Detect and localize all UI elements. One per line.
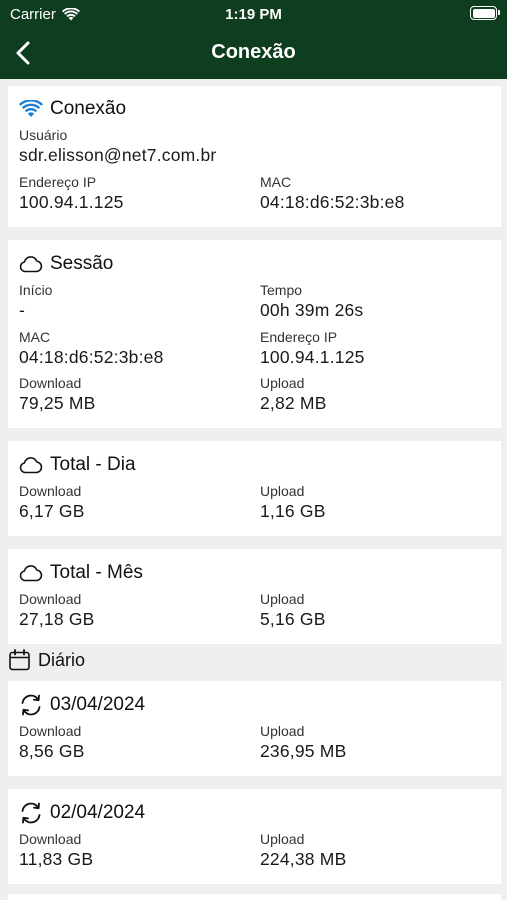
session-title-text: Sessão <box>50 253 114 274</box>
session-card-title: Sessão <box>19 253 113 275</box>
connection-card: Conexão Usuário sdr.elisson@net7.com.br … <box>8 86 501 227</box>
upload-label: Upload <box>260 483 305 499</box>
page-title: Conexão <box>211 41 296 63</box>
daily-item[interactable]: 02/04/2024 Download 11,83 GB Upload 224,… <box>8 789 501 884</box>
upload-value: 236,95 MB <box>260 741 347 761</box>
download-value: 27,18 GB <box>19 609 95 629</box>
mac-label: MAC <box>260 174 292 190</box>
daily-item-title: 03/04/2024 <box>19 694 145 716</box>
upload-value: 5,16 GB <box>260 609 326 629</box>
total-month-upload-field: Upload 5,16 GB <box>260 591 326 630</box>
navigation-bar: Conexão <box>0 28 507 79</box>
ip-label: Endereço IP <box>260 329 338 345</box>
next-daily-item-peek <box>8 894 501 900</box>
download-label: Download <box>19 375 82 391</box>
daily-download-field: Download 11,83 GB <box>19 831 93 870</box>
upload-value: 2,82 MB <box>260 393 327 413</box>
connection-card-title: Conexão <box>19 98 126 120</box>
ip-value: 100.94.1.125 <box>260 347 365 367</box>
session-mac-field: MAC 04:18:d6:52:3b:e8 <box>19 329 164 368</box>
download-label: Download <box>19 591 82 607</box>
cloud-icon <box>19 256 43 273</box>
time-value: 00h 39m 26s <box>260 300 364 320</box>
start-label: Início <box>19 282 53 298</box>
download-value: 6,17 GB <box>19 501 85 521</box>
connection-mac-field: MAC 04:18:d6:52:3b:e8 <box>260 174 405 213</box>
session-card: Sessão Início - Tempo 00h 39m 26s MAC 04… <box>8 240 501 428</box>
ip-label: Endereço IP <box>19 174 97 190</box>
session-time-field: Tempo 00h 39m 26s <box>260 282 363 321</box>
daily-section-header: Diário <box>9 649 85 671</box>
user-label: Usuário <box>19 127 68 143</box>
daily-section-title: Diário <box>38 649 86 670</box>
upload-label: Upload <box>260 375 305 391</box>
status-bar: Carrier 1:19 PM <box>0 0 507 28</box>
cloud-icon <box>19 565 43 582</box>
upload-value: 224,38 MB <box>260 849 347 869</box>
session-upload-field: Upload 2,82 MB <box>260 375 327 414</box>
time-label: Tempo <box>260 282 303 298</box>
user-value: sdr.elisson@net7.com.br <box>19 145 217 165</box>
total-day-upload-field: Upload 1,16 GB <box>260 483 326 522</box>
upload-label: Upload <box>260 591 305 607</box>
session-start-field: Início - <box>19 282 52 321</box>
total-day-card: Total - Dia Download 6,17 GB Upload 1,16… <box>8 441 501 536</box>
daily-item[interactable]: 03/04/2024 Download 8,56 GB Upload 236,9… <box>8 681 501 776</box>
daily-upload-field: Upload 224,38 MB <box>260 831 346 870</box>
mac-value: 04:18:d6:52:3b:e8 <box>260 192 405 212</box>
mac-label: MAC <box>19 329 51 345</box>
refresh-icon <box>21 802 41 824</box>
download-value: 79,25 MB <box>19 393 96 413</box>
daily-item-title: 02/04/2024 <box>19 802 145 824</box>
refresh-icon <box>21 694 41 716</box>
upload-label: Upload <box>260 723 305 739</box>
download-label: Download <box>19 831 82 847</box>
total-day-title-text: Total - Dia <box>50 454 136 475</box>
total-day-download-field: Download 6,17 GB <box>19 483 85 522</box>
total-day-card-title: Total - Dia <box>19 454 136 476</box>
daily-date: 02/04/2024 <box>50 802 146 823</box>
calendar-icon <box>9 649 30 671</box>
status-time: 1:19 PM <box>225 6 282 23</box>
mac-value: 04:18:d6:52:3b:e8 <box>19 347 164 367</box>
download-value: 11,83 GB <box>19 849 94 869</box>
daily-download-field: Download 8,56 GB <box>19 723 85 762</box>
upload-value: 1,16 GB <box>260 501 326 521</box>
download-label: Download <box>19 723 82 739</box>
connection-ip-field: Endereço IP 100.94.1.125 <box>19 174 124 213</box>
cloud-icon <box>19 457 43 474</box>
total-month-download-field: Download 27,18 GB <box>19 591 95 630</box>
daily-upload-field: Upload 236,95 MB <box>260 723 346 762</box>
daily-date: 03/04/2024 <box>50 694 146 715</box>
ip-value: 100.94.1.125 <box>19 192 124 212</box>
upload-label: Upload <box>260 831 305 847</box>
session-download-field: Download 79,25 MB <box>19 375 96 414</box>
total-month-title-text: Total - Mês <box>50 562 143 583</box>
total-month-card-title: Total - Mês <box>19 562 143 584</box>
download-value: 8,56 GB <box>19 741 85 761</box>
app-header: Carrier 1:19 PM Conexão <box>0 0 507 79</box>
connection-user-field: Usuário sdr.elisson@net7.com.br <box>19 127 216 166</box>
battery-icon <box>470 6 500 20</box>
connection-title-text: Conexão <box>50 98 127 119</box>
start-value: - <box>19 300 26 320</box>
session-ip-field: Endereço IP 100.94.1.125 <box>260 329 365 368</box>
download-label: Download <box>19 483 82 499</box>
total-month-card: Total - Mês Download 27,18 GB Upload 5,1… <box>8 549 501 644</box>
wifi-icon <box>19 100 43 117</box>
